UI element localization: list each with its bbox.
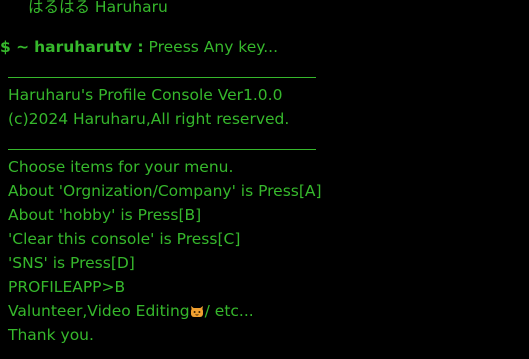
prompt-message: Preess Any key... xyxy=(148,38,279,56)
divider-top xyxy=(8,77,316,78)
shell-prompt: $ ~ haruharutv : Preess Any key... xyxy=(0,37,278,57)
command-input-line: PROFILEAPP>B xyxy=(8,278,126,296)
cat-face-icon xyxy=(190,306,203,317)
banner-title: Haruharu's Profile Console Ver1.0.0 xyxy=(8,86,283,104)
terminal-window: { "header": { "title": "はるはる Haruharu" }… xyxy=(0,0,529,359)
prompt-symbol: $ ~ xyxy=(0,38,30,56)
menu-item-c: 'Clear this console' is Press[C] xyxy=(8,230,241,248)
prompt-user: haruharutv : xyxy=(34,38,144,56)
menu-item-d: 'SNS' is Press[D] xyxy=(8,254,135,272)
window-title: はるはる Haruharu xyxy=(28,0,168,16)
hobby-line: Valunteer,Video Editing / etc... xyxy=(8,301,254,321)
hobby-text: Valunteer,Video Editing xyxy=(8,302,190,320)
hobby-suffix: / etc... xyxy=(204,302,254,320)
banner-copyright: (c)2024 Haruharu,All right reserved. xyxy=(8,110,290,128)
divider-bottom xyxy=(8,149,316,150)
closing-message: Thank you. xyxy=(8,326,94,344)
menu-item-b: About 'hobby' is Press[B] xyxy=(8,206,202,224)
menu-item-a: About 'Orgnization/Company' is Press[A] xyxy=(8,182,322,200)
menu-intro: Choose items for your menu. xyxy=(8,158,234,176)
